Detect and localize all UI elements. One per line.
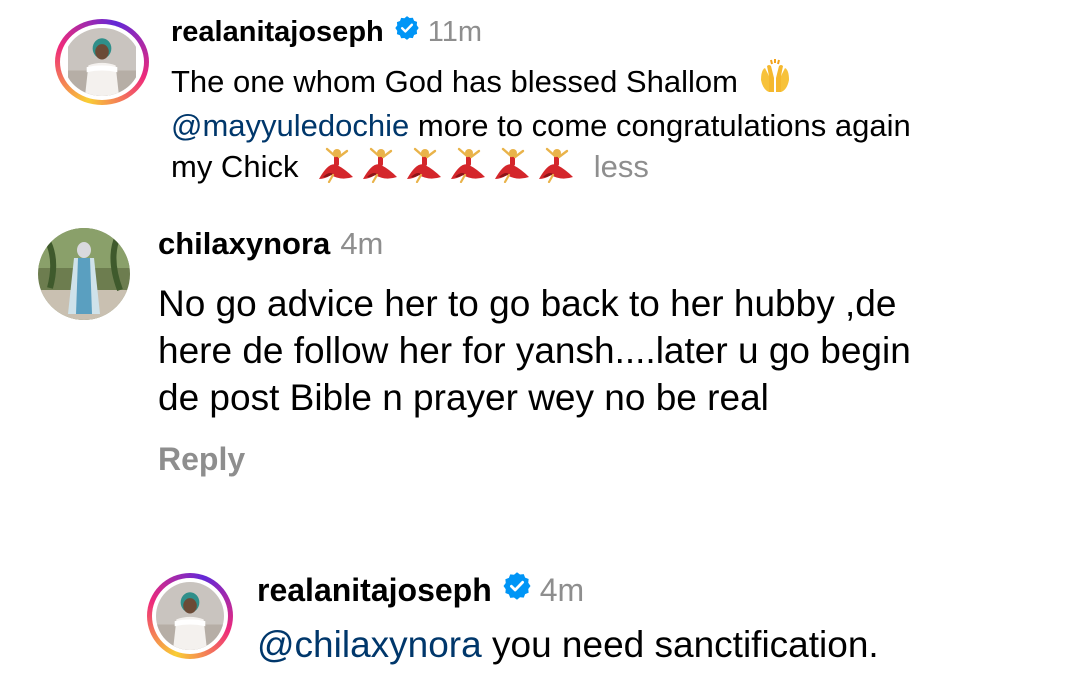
comment-text-line: No go advice her to go back to her hubby… <box>158 283 897 324</box>
raising-hands-icon <box>755 58 795 106</box>
woman-dancing-icon <box>495 147 530 183</box>
comment-text-line: here de follow her for yansh....later u … <box>158 330 911 371</box>
reply-button[interactable]: Reply <box>158 441 245 478</box>
avatar-photo <box>38 228 130 320</box>
verified-badge-icon <box>394 15 420 49</box>
woman-dancing-icon <box>539 147 574 183</box>
avatar-photo <box>68 28 136 96</box>
woman-dancing-icon <box>319 147 354 183</box>
comment-text-line: @mayyuledochie more to come congratulati… <box>171 108 911 144</box>
avatar[interactable] <box>55 19 149 105</box>
avatar[interactable] <box>147 573 233 659</box>
comments-thread: realanitajoseph 11m The one whom God has… <box>0 0 1080 696</box>
comment-text: more to come congratulations again <box>409 108 911 143</box>
comment-meta: realanitajoseph 11m <box>171 12 482 52</box>
avatar[interactable] <box>38 228 130 320</box>
comment-meta: realanitajoseph 4m <box>257 568 584 612</box>
timestamp: 4m <box>340 226 384 261</box>
comment-meta: chilaxynora 4m <box>158 222 383 266</box>
less-toggle[interactable]: less <box>594 149 649 184</box>
comment-text: my Chick <box>171 149 299 184</box>
mention-link[interactable]: @chilaxynora <box>257 624 482 665</box>
comment-text-line: de post Bible n prayer wey no be real <box>158 377 769 418</box>
avatar-photo <box>156 582 224 650</box>
username[interactable]: chilaxynora <box>158 226 330 262</box>
mention-link[interactable]: @mayyuledochie <box>171 108 409 143</box>
timestamp: 11m <box>427 15 483 48</box>
username[interactable]: realanitajoseph <box>171 16 384 49</box>
woman-dancing-icon <box>407 147 442 183</box>
woman-dancing-icon <box>451 147 486 183</box>
comment-text: The one whom God has blessed Shallom <box>171 64 738 99</box>
comment-text-line: my Chick less <box>171 147 649 185</box>
username[interactable]: realanitajoseph <box>257 572 492 609</box>
comment-text: you need sanctification. <box>481 624 879 665</box>
comment-text-line: @chilaxynora you need sanctification. <box>257 624 879 666</box>
woman-dancing-icon <box>363 147 398 183</box>
woman-dancing-emoji-group <box>315 147 579 184</box>
comment-body: No go advice her to go back to her hubby… <box>158 280 911 421</box>
verified-badge-icon <box>502 571 532 609</box>
timestamp: 4m <box>539 571 585 608</box>
comment-text-line: The one whom God has blessed Shallom <box>171 58 795 106</box>
